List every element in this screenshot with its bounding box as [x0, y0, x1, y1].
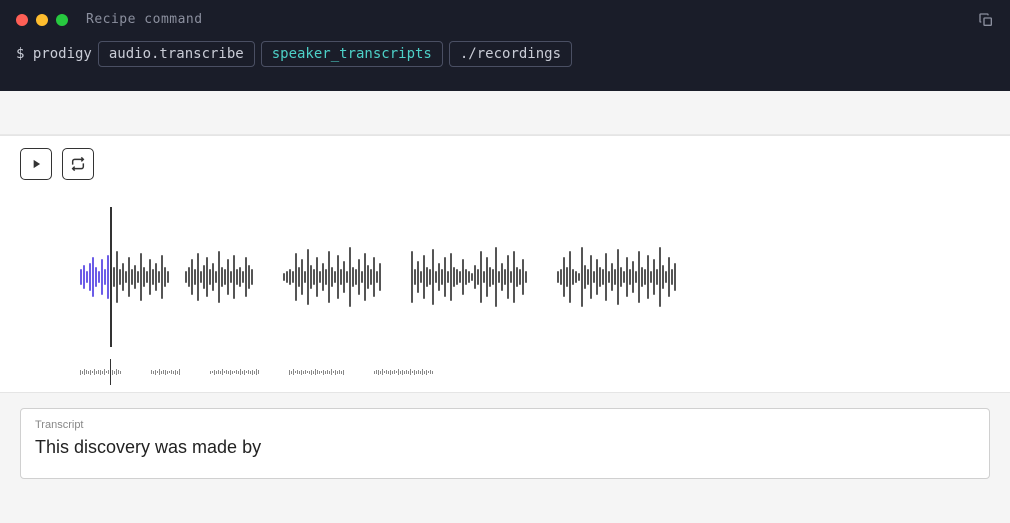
play-button[interactable]	[20, 148, 52, 180]
window-minimize-dot[interactable]	[36, 14, 48, 26]
terminal-header: Recipe command	[16, 12, 994, 27]
copy-icon[interactable]	[978, 12, 994, 33]
window-maximize-dot[interactable]	[56, 14, 68, 26]
waveform-container[interactable]	[0, 192, 1010, 392]
prompt: $ prodigy	[16, 46, 92, 62]
playhead-cursor[interactable]	[110, 207, 112, 347]
command-dataset: speaker_transcripts	[261, 41, 443, 67]
audio-controls	[0, 136, 1010, 192]
command-recipe: audio.transcribe	[98, 41, 255, 67]
terminal-title: Recipe command	[86, 12, 203, 27]
waveform-minimap[interactable]	[80, 362, 990, 382]
loop-button[interactable]	[62, 148, 94, 180]
terminal: Recipe command $ prodigy audio.transcrib…	[0, 0, 1010, 91]
transcript-label: Transcript	[35, 419, 975, 431]
window-close-dot[interactable]	[16, 14, 28, 26]
waveform-main[interactable]	[80, 212, 990, 342]
minimap-cursor[interactable]	[110, 359, 111, 385]
content-area	[0, 135, 1010, 393]
command-line: $ prodigy audio.transcribe speaker_trans…	[16, 41, 994, 67]
transcript-box: Transcript	[20, 408, 990, 479]
transcript-input[interactable]	[35, 437, 975, 458]
command-source: ./recordings	[449, 41, 572, 67]
